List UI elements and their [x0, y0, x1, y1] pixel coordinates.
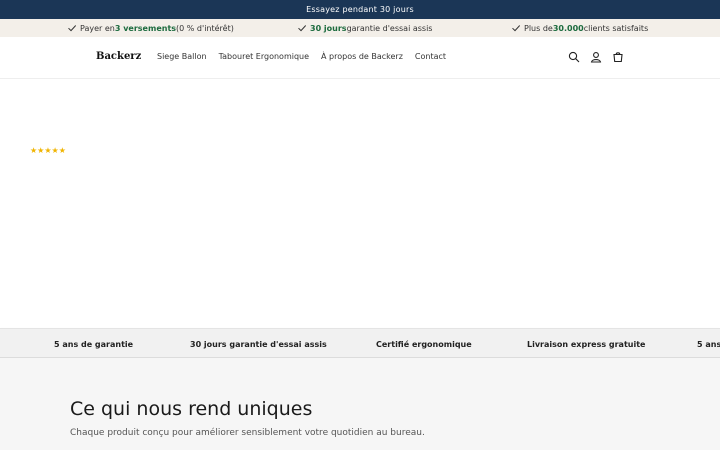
- benefit-item-trial: 30 jours garantie d'essai assis: [297, 19, 432, 37]
- benefit-strong: 30 jours: [310, 23, 347, 33]
- check-icon: [512, 25, 521, 32]
- account-icon[interactable]: [590, 51, 602, 63]
- marquee-item: 30 jours garantie d'essai assis: [190, 339, 327, 349]
- announcement-bar: Essayez pendant 30 jours: [0, 0, 720, 19]
- marquee-item: Certifié ergonomique: [376, 339, 472, 349]
- cart-icon[interactable]: [612, 51, 624, 63]
- uniques-section: Ce qui nous rend uniques Chaque produit …: [0, 358, 720, 450]
- hero-section: ★★★★★: [0, 80, 720, 328]
- benefit-post: clients satisfaits: [583, 23, 649, 33]
- search-icon[interactable]: [568, 51, 580, 63]
- benefit-item-clients: Plus de 30.000 clients satisfaits: [511, 19, 648, 37]
- benefit-post: garantie d'essai assis: [346, 23, 433, 33]
- check-icon: [298, 25, 307, 32]
- site-header: Backerz Siege Ballon Tabouret Ergonomiqu…: [0, 37, 720, 79]
- benefit-pre: Payer en: [80, 23, 115, 33]
- announcement-text: Essayez pendant 30 jours: [306, 5, 414, 14]
- section-subtitle: Chaque produit conçu pour améliorer sens…: [70, 428, 425, 438]
- section-title: Ce qui nous rend uniques: [70, 398, 313, 420]
- marquee-item: 5 ans: [697, 339, 720, 349]
- logo[interactable]: Backerz: [96, 51, 141, 62]
- features-marquee: 5 ans de garantie 30 jours garantie d'es…: [0, 328, 720, 358]
- check-icon: [68, 25, 77, 32]
- benefit-pre: Plus de: [524, 23, 553, 33]
- nav-item-a-propos[interactable]: À propos de Backerz: [321, 52, 403, 61]
- benefit-strong: 3 versements: [114, 23, 177, 33]
- header-icons: [568, 51, 624, 63]
- rating-stars: ★★★★★: [30, 146, 66, 155]
- benefit-post: (0 % d'intérêt): [176, 23, 234, 33]
- marquee-item: 5 ans de garantie: [54, 339, 134, 349]
- nav-item-contact[interactable]: Contact: [415, 52, 446, 61]
- benefit-strong: 30.000: [552, 23, 584, 33]
- main-nav: Siege Ballon Tabouret Ergonomique À prop…: [157, 52, 446, 61]
- benefits-bar: Payer en 3 versements (0 % d'intérêt) 30…: [0, 19, 720, 37]
- benefit-item-payment: Payer en 3 versements (0 % d'intérêt): [67, 19, 234, 37]
- nav-item-siege-ballon[interactable]: Siege Ballon: [157, 52, 207, 61]
- marquee-item: Livraison express gratuite: [527, 339, 646, 349]
- nav-item-tabouret[interactable]: Tabouret Ergonomique: [219, 52, 309, 61]
